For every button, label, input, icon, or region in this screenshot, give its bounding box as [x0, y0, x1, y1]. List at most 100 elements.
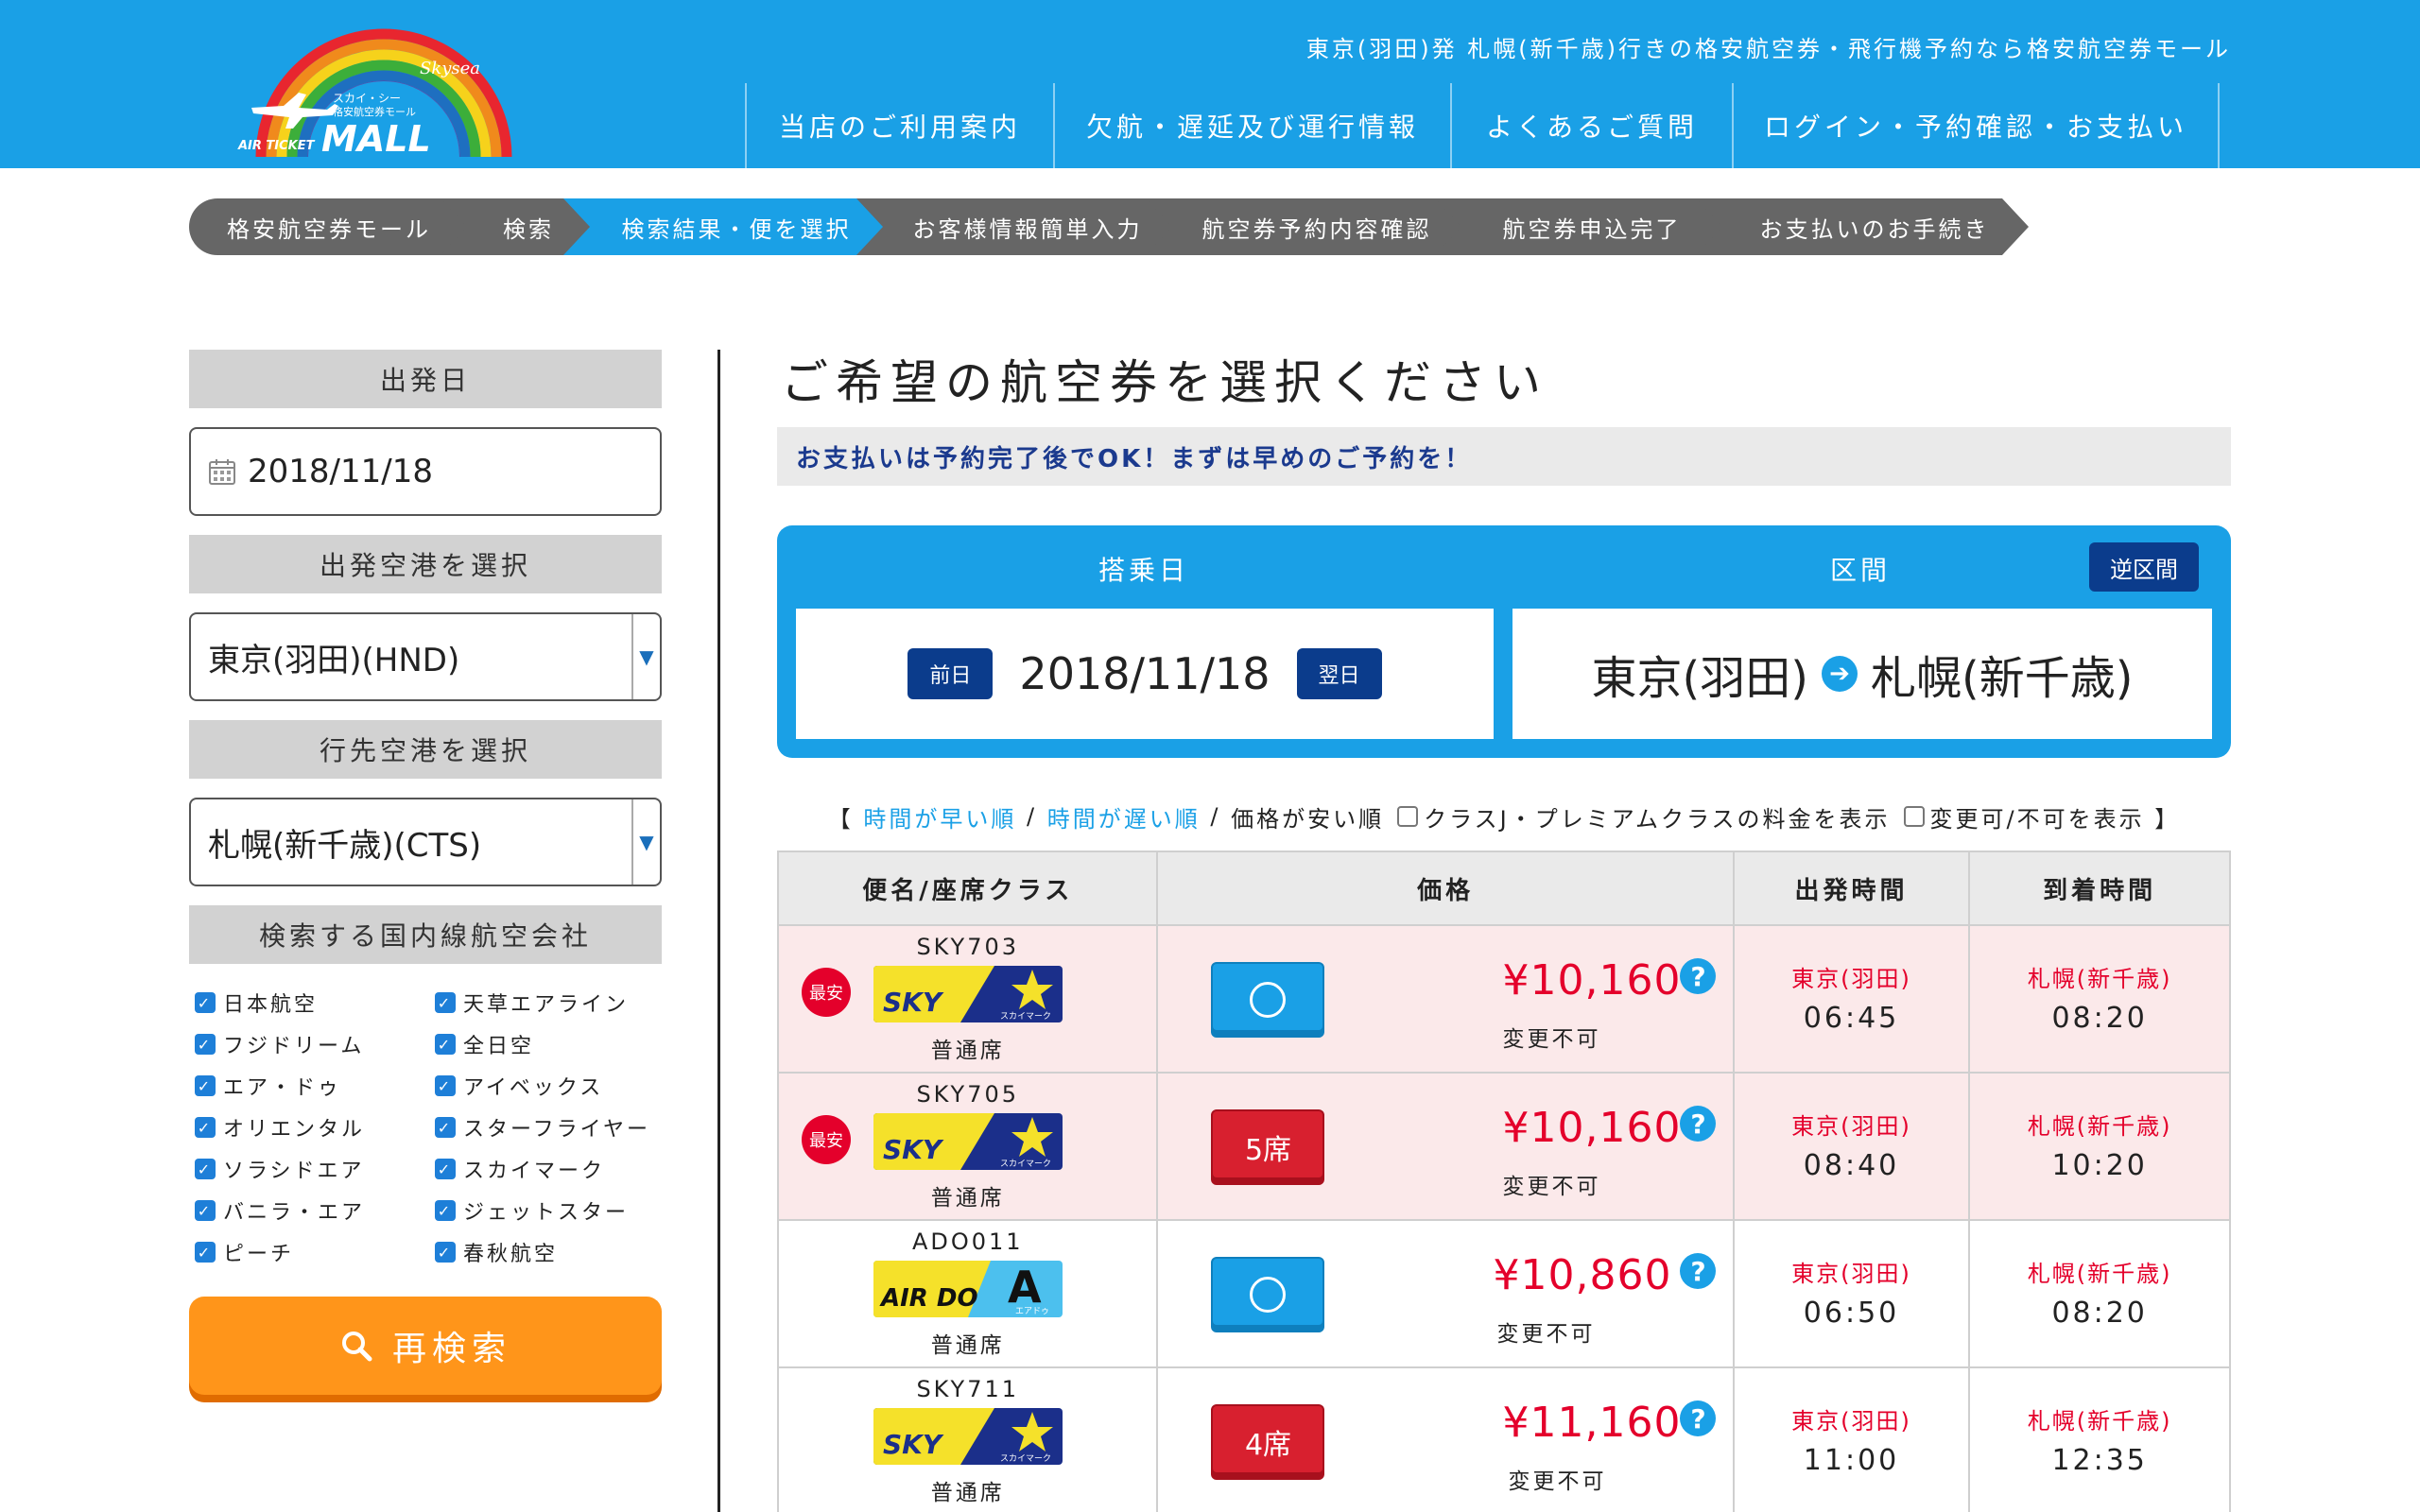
boarding-date: 2018/11/18 — [1019, 648, 1270, 699]
svg-text:AIR DO: AIR DO — [879, 1284, 978, 1313]
select-seat-button[interactable]: 4席 — [1211, 1404, 1325, 1480]
checkbox-checked-icon: ✓ — [195, 992, 216, 1013]
select-arrow-icon: ▼ — [631, 799, 660, 885]
table-row[interactable]: ADO011 AIR DO A エアドゥ 普通席 ¥10,860 ? 変更不可 … — [779, 1221, 2231, 1368]
crumb-payment: お支払いのお手続き — [1696, 198, 2029, 255]
departure-airport: 東京(羽田) — [1791, 1408, 1911, 1435]
nav-guide[interactable]: 当店のご利用案内 — [747, 83, 1055, 168]
seat-class: 普通席 — [930, 1186, 1005, 1211]
boarding-date-header: 搭乗日 — [1098, 555, 1190, 586]
crumb-mall[interactable]: 格安航空券モール — [189, 198, 469, 255]
change-policy: 変更不可 — [1502, 1027, 1601, 1052]
airline-checkbox[interactable]: ✓ スターフライヤー — [435, 1111, 667, 1143]
departure-cell: 東京(羽田) 11:00 — [1735, 1368, 1971, 1512]
airline-checkbox[interactable]: ✓ バニラ・エア — [195, 1194, 435, 1227]
changeable-checkbox[interactable] — [1903, 806, 1925, 827]
airline-checkbox[interactable]: ✓ ソラシドエア — [195, 1153, 435, 1185]
next-day-button[interactable]: 翌日 — [1296, 648, 1382, 699]
nav-login[interactable]: ログイン・予約確認・お支払い — [1734, 83, 2220, 168]
nav-delay-info[interactable]: 欠航・遅延及び運行情報 — [1055, 83, 1452, 168]
svg-text:Skysea: Skysea — [420, 59, 480, 78]
col-flight: 便名/座席クラス — [779, 852, 1159, 926]
airline-name: スカイマーク — [463, 1160, 606, 1183]
rainbow-logo-icon: Skysea スカイ・シー 格安航空券モール AIR TICKET MALL — [237, 28, 512, 160]
sort-bar: 【 時間が早い順 / 時間が遅い順 / 価格が安い順 クラスJ・プレミアムクラス… — [777, 798, 2231, 835]
help-icon[interactable]: ? — [1680, 1400, 1717, 1436]
change-policy: 変更不可 — [1502, 1175, 1601, 1199]
airline-name: バニラ・エア — [223, 1201, 366, 1225]
nav-faq[interactable]: よくあるご質問 — [1452, 83, 1734, 168]
research-button[interactable]: 再検索 — [189, 1297, 662, 1395]
checkbox-checked-icon: ✓ — [435, 992, 456, 1013]
departure-cell: 東京(羽田) 06:50 — [1734, 1221, 1971, 1368]
arrival-cell: 札幌(新千歳) 12:35 — [1970, 1368, 2231, 1512]
checkbox-checked-icon: ✓ — [195, 1200, 216, 1221]
arrow-right-icon: ➔ — [1822, 656, 1858, 692]
airline-checkbox[interactable]: ✓ スカイマーク — [435, 1153, 667, 1185]
airline-checkbox[interactable]: ✓ フジドリーム — [195, 1028, 435, 1060]
airline-checkbox[interactable]: ✓ ジェットスター — [435, 1194, 667, 1227]
select-seat-button[interactable] — [1211, 962, 1325, 1038]
help-icon[interactable]: ? — [1680, 1106, 1717, 1142]
sort-early-link[interactable]: 時間が早い順 — [863, 800, 1016, 833]
airline-checkbox-list: ✓ 日本航空 ✓ 天草エアライン ✓ フジドリーム ✓ 全日空 ✓ エア・ドゥ ✓ アイベッ… — [195, 987, 662, 1268]
premium-option-label: クラスJ・プレミアムクラスの料金を表示 — [1424, 805, 1891, 833]
svg-text:スカイ・シー: スカイ・シー — [333, 92, 401, 105]
airline-filter-label: 検索する国内線航空会社 — [189, 905, 662, 964]
premium-checkbox[interactable] — [1397, 806, 1419, 827]
date-value: 2018/11/18 — [248, 453, 433, 490]
svg-text:エアドゥ: エアドゥ — [1015, 1307, 1049, 1316]
table-row[interactable]: SKY703 最安 SKY スカイマーク 普通席 ¥10,160 ? 変更不可 … — [779, 926, 2231, 1074]
airline-checkbox[interactable]: ✓ エア・ドゥ — [195, 1070, 435, 1102]
airline-checkbox[interactable]: ✓ オリエンタル — [195, 1111, 435, 1143]
arrival-airport: 札幌(新千歳) — [2027, 1113, 2172, 1140]
from-airport-select[interactable]: 東京(羽田)(HND) ▼ — [189, 612, 662, 701]
airline-checkbox[interactable]: ✓ 全日空 — [435, 1028, 667, 1060]
flight-number: SKY711 — [916, 1376, 1020, 1402]
svg-text:スカイマーク: スカイマーク — [1000, 1011, 1051, 1022]
airline-checkbox[interactable]: ✓ 天草エアライン — [435, 987, 667, 1019]
airline-checkbox[interactable]: ✓ 春秋航空 — [435, 1236, 667, 1268]
search-summary-panel: 搭乗日 区間 逆区間 前日 2018/11/18 翌日 東京(羽田) ➔ 札幌(… — [777, 525, 2231, 758]
to-airport-select[interactable]: 札幌(新千歳)(CTS) ▼ — [189, 798, 662, 886]
fare-price: ¥10,860 — [1493, 1251, 1672, 1299]
site-logo[interactable]: Skysea スカイ・シー 格安航空券モール AIR TICKET MALL — [234, 15, 533, 163]
select-arrow-icon: ▼ — [631, 614, 660, 699]
checkbox-checked-icon: ✓ — [195, 1034, 216, 1055]
select-seat-button[interactable]: 5席 — [1211, 1109, 1325, 1185]
departure-airport: 東京(羽田) — [1791, 1113, 1911, 1140]
help-icon[interactable]: ? — [1680, 958, 1717, 994]
col-departure: 出発時間 — [1734, 852, 1971, 926]
checkbox-checked-icon: ✓ — [435, 1200, 456, 1221]
select-seat-button[interactable] — [1211, 1257, 1325, 1332]
flight-cell: SKY703 最安 SKY スカイマーク 普通席 — [779, 926, 1159, 1074]
col-arrival: 到着時間 — [1970, 852, 2231, 926]
checkbox-checked-icon: ✓ — [435, 1075, 456, 1096]
skymark-logo-icon: SKY スカイマーク — [873, 1113, 1063, 1170]
prev-day-button[interactable]: 前日 — [908, 648, 994, 699]
checkbox-checked-icon: ✓ — [435, 1117, 456, 1138]
available-circle-icon — [1250, 1277, 1287, 1313]
table-row[interactable]: SKY711 SKY スカイマーク 普通席 4席 ¥11,160 ? 変更不可 … — [779, 1368, 2231, 1512]
arrival-time: 08:20 — [2051, 1002, 2148, 1035]
svg-text:MALL: MALL — [321, 118, 431, 160]
checkbox-checked-icon: ✓ — [435, 1034, 456, 1055]
table-row[interactable]: SKY705 最安 SKY スカイマーク 普通席 5席 ¥10,160 ? 変更… — [779, 1074, 2231, 1221]
crumb-customer-info: お客様情報簡単入力 — [856, 198, 1174, 255]
sort-late-link[interactable]: 時間が遅い順 — [1047, 800, 1201, 833]
airline-checkbox[interactable]: ✓ アイベックス — [435, 1070, 667, 1102]
fare-price: ¥10,160 — [1502, 1104, 1682, 1152]
airline-name: ピーチ — [223, 1243, 295, 1266]
crumb-confirm: 航空券予約内容確認 — [1146, 198, 1463, 255]
airline-name: 春秋航空 — [463, 1243, 559, 1266]
checkbox-checked-icon: ✓ — [195, 1159, 216, 1179]
arrival-cell: 札幌(新千歳) 10:20 — [1970, 1074, 2231, 1221]
date-field[interactable]: 2018/11/18 — [189, 427, 662, 516]
top-nav: 当店のご利用案内 欠航・遅延及び運行情報 よくあるご質問 ログイン・予約確認・お… — [745, 83, 2220, 168]
arrival-airport: 札幌(新千歳) — [2027, 966, 2172, 992]
airline-checkbox[interactable]: ✓ ピーチ — [195, 1236, 435, 1268]
airline-checkbox[interactable]: ✓ 日本航空 — [195, 987, 435, 1019]
reverse-route-button[interactable]: 逆区間 — [2089, 542, 2199, 592]
departure-time: 06:50 — [1803, 1297, 1900, 1330]
help-icon[interactable]: ? — [1680, 1253, 1717, 1289]
